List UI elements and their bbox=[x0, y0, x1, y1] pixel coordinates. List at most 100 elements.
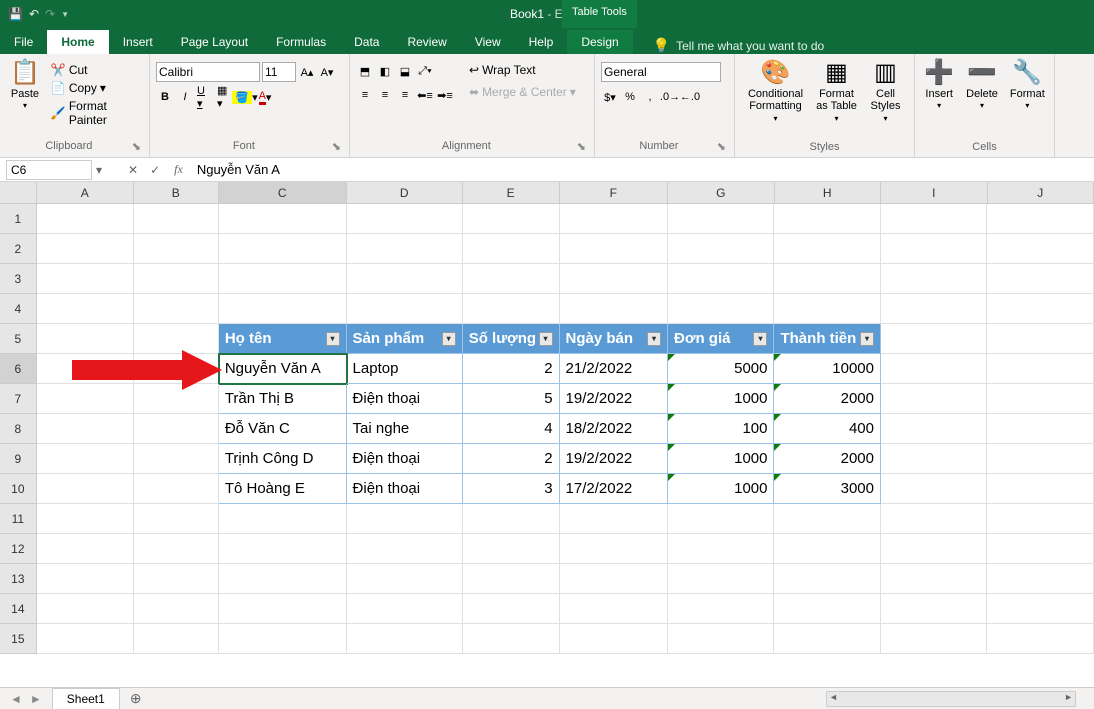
cell[interactable]: Sản phẩm▾ bbox=[347, 324, 463, 354]
cell[interactable] bbox=[987, 414, 1094, 444]
italic-button[interactable]: I bbox=[176, 88, 194, 106]
row-header[interactable]: 2 bbox=[0, 234, 37, 264]
cell[interactable] bbox=[463, 294, 560, 324]
cell[interactable] bbox=[463, 564, 560, 594]
cell[interactable] bbox=[987, 564, 1094, 594]
number-launcher[interactable]: ⬊ bbox=[717, 140, 726, 153]
cell[interactable] bbox=[219, 264, 347, 294]
cell[interactable] bbox=[560, 264, 668, 294]
borders-button[interactable]: ▦ ▾ bbox=[216, 88, 234, 106]
col-header[interactable]: J bbox=[988, 182, 1094, 203]
col-header[interactable]: D bbox=[347, 182, 463, 203]
cell[interactable] bbox=[987, 474, 1094, 504]
row-header[interactable]: 9 bbox=[0, 444, 37, 474]
cell[interactable] bbox=[134, 324, 219, 354]
tab-data[interactable]: Data bbox=[340, 30, 393, 54]
cell[interactable] bbox=[219, 294, 347, 324]
align-middle-button[interactable]: ◧ bbox=[376, 62, 394, 80]
row-header[interactable]: 13 bbox=[0, 564, 37, 594]
cell[interactable] bbox=[134, 354, 219, 384]
cell[interactable] bbox=[881, 504, 988, 534]
font-family-select[interactable] bbox=[156, 62, 260, 82]
cell[interactable] bbox=[37, 264, 134, 294]
cell[interactable] bbox=[463, 534, 560, 564]
cell[interactable] bbox=[37, 204, 134, 234]
sheet-tab[interactable]: Sheet1 bbox=[52, 688, 120, 709]
cell[interactable]: Điện thoại bbox=[347, 384, 463, 414]
cell[interactable] bbox=[560, 624, 668, 654]
cell[interactable] bbox=[774, 594, 881, 624]
cell[interactable] bbox=[134, 534, 219, 564]
cell[interactable] bbox=[347, 204, 463, 234]
cell[interactable] bbox=[37, 564, 134, 594]
cell[interactable] bbox=[987, 264, 1094, 294]
cell[interactable] bbox=[987, 504, 1094, 534]
col-header[interactable]: H bbox=[775, 182, 882, 203]
row-header[interactable]: 11 bbox=[0, 504, 37, 534]
cell[interactable] bbox=[774, 534, 881, 564]
cell[interactable] bbox=[219, 504, 347, 534]
insert-cells-button[interactable]: ➕Insert▾ bbox=[920, 58, 958, 113]
cell[interactable]: 2 bbox=[463, 354, 560, 384]
cell-styles-button[interactable]: ▥Cell Styles▾ bbox=[866, 58, 906, 125]
cell[interactable] bbox=[347, 594, 463, 624]
orientation-button[interactable]: ⤢▾ bbox=[416, 62, 434, 80]
cell[interactable]: 4 bbox=[463, 414, 560, 444]
row-header[interactable]: 12 bbox=[0, 534, 37, 564]
cell[interactable]: Điện thoại bbox=[347, 444, 463, 474]
cell[interactable] bbox=[347, 234, 463, 264]
cell[interactable] bbox=[987, 534, 1094, 564]
cell[interactable] bbox=[560, 534, 668, 564]
underline-button[interactable]: U ▾ bbox=[196, 88, 214, 106]
format-painter-button[interactable]: 🖌️Format Painter bbox=[48, 98, 143, 128]
enter-formula-button[interactable]: ✓ bbox=[144, 163, 166, 177]
cell[interactable] bbox=[774, 234, 881, 264]
cell[interactable]: Trần Thị B bbox=[219, 384, 347, 414]
decrease-indent-button[interactable]: ⬅≡ bbox=[416, 86, 434, 104]
cell[interactable] bbox=[463, 504, 560, 534]
cell[interactable] bbox=[560, 294, 668, 324]
cell[interactable] bbox=[347, 534, 463, 564]
row-header[interactable]: 3 bbox=[0, 264, 37, 294]
cell[interactable] bbox=[37, 324, 134, 354]
cell[interactable] bbox=[774, 624, 881, 654]
cell[interactable] bbox=[463, 624, 560, 654]
cell[interactable] bbox=[774, 504, 881, 534]
cell[interactable] bbox=[37, 474, 134, 504]
cell[interactable] bbox=[987, 234, 1094, 264]
tab-review[interactable]: Review bbox=[393, 30, 460, 54]
filter-dropdown-icon[interactable]: ▾ bbox=[647, 332, 661, 346]
fx-icon[interactable]: fx bbox=[166, 162, 191, 177]
cell[interactable] bbox=[668, 234, 775, 264]
tab-help[interactable]: Help bbox=[515, 30, 568, 54]
cell[interactable] bbox=[37, 294, 134, 324]
cell[interactable] bbox=[347, 564, 463, 594]
cell[interactable] bbox=[560, 594, 668, 624]
cell[interactable] bbox=[219, 624, 347, 654]
cell[interactable] bbox=[134, 384, 219, 414]
cell[interactable]: 5 bbox=[463, 384, 560, 414]
cell[interactable]: 21/2/2022 bbox=[560, 354, 668, 384]
row-header[interactable]: 1 bbox=[0, 204, 37, 234]
cell[interactable] bbox=[987, 204, 1094, 234]
cell[interactable] bbox=[774, 294, 881, 324]
cell[interactable]: Laptop bbox=[347, 354, 463, 384]
cell[interactable] bbox=[881, 474, 988, 504]
row-header[interactable]: 14 bbox=[0, 594, 37, 624]
format-cells-button[interactable]: 🔧Format▾ bbox=[1006, 58, 1049, 113]
cell[interactable]: Nguyễn Văn A bbox=[219, 354, 347, 384]
cell[interactable] bbox=[37, 534, 134, 564]
conditional-formatting-button[interactable]: 🎨Conditional Formatting▾ bbox=[744, 58, 808, 125]
tab-formulas[interactable]: Formulas bbox=[262, 30, 340, 54]
number-format-select[interactable] bbox=[601, 62, 721, 82]
align-top-button[interactable]: ⬒ bbox=[356, 62, 374, 80]
cell[interactable]: 1000 bbox=[668, 474, 775, 504]
cell[interactable] bbox=[987, 444, 1094, 474]
cell[interactable]: 18/2/2022 bbox=[560, 414, 668, 444]
col-header[interactable]: B bbox=[134, 182, 219, 203]
cell[interactable] bbox=[987, 594, 1094, 624]
cell[interactable] bbox=[881, 384, 988, 414]
cell[interactable] bbox=[987, 384, 1094, 414]
col-header[interactable]: I bbox=[881, 182, 988, 203]
cell[interactable] bbox=[560, 234, 668, 264]
